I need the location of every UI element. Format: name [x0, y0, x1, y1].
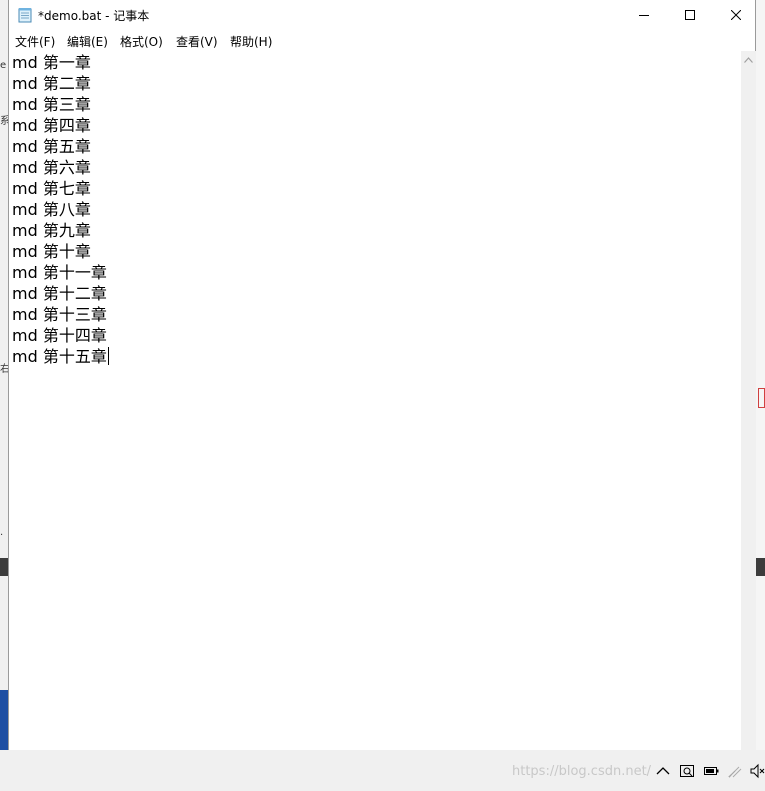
notepad-window: *demo.bat - 记事本 文件(F) 编辑(E) 格式(O) 查看(V) …	[8, 0, 756, 750]
text-line: md 第三章	[12, 95, 91, 114]
text-line: md 第七章	[12, 179, 91, 198]
background-dark-band	[0, 558, 8, 576]
background-fragment: 右	[0, 364, 8, 375]
background-fragment	[758, 388, 765, 408]
text-line: md 第九章	[12, 221, 91, 240]
text-line: md 第十四章	[12, 326, 107, 345]
menu-format[interactable]: 格式(O)	[120, 33, 163, 50]
notepad-icon	[18, 8, 32, 23]
background-blue-band	[0, 690, 8, 750]
text-caret	[107, 347, 109, 365]
close-button[interactable]	[713, 0, 759, 30]
minimize-button[interactable]	[621, 0, 667, 30]
text-line: md 第二章	[12, 74, 91, 93]
text-line: md 第六章	[12, 158, 91, 177]
text-line: md 第四章	[12, 116, 91, 135]
tray-app-icon[interactable]	[679, 763, 695, 779]
text-line: md 第一章	[12, 53, 91, 72]
watermark-text: https://blog.csdn.net/	[512, 764, 652, 779]
maximize-icon	[685, 10, 695, 20]
menu-bar: 文件(F) 编辑(E) 格式(O) 查看(V) 帮助(H)	[9, 30, 755, 50]
text-line: md 第十章	[12, 242, 91, 261]
chevron-up-icon	[744, 56, 753, 63]
text-line: md 第十二章	[12, 284, 107, 303]
close-icon	[731, 10, 741, 20]
title-bar[interactable]: *demo.bat - 记事本	[9, 0, 755, 30]
background-fragment: ·	[0, 530, 4, 541]
chevron-up-icon[interactable]	[655, 763, 671, 779]
background-dark-band	[756, 558, 765, 576]
menu-help[interactable]: 帮助(H)	[230, 33, 272, 50]
text-line: md 第十三章	[12, 305, 107, 324]
background-left-edge: e 系 右 ·	[0, 0, 8, 791]
network-icon[interactable]	[727, 763, 743, 779]
background-fragment: e	[0, 60, 7, 71]
text-line: md 第八章	[12, 200, 91, 219]
volume-icon[interactable]	[749, 763, 765, 779]
background-fragment: 系	[0, 116, 8, 127]
window-title: *demo.bat - 记事本	[38, 9, 150, 23]
battery-icon[interactable]	[703, 763, 719, 779]
text-line-content: md 第十五章	[12, 347, 107, 366]
text-line: md 第十一章	[12, 263, 107, 282]
menu-edit[interactable]: 编辑(E)	[67, 33, 108, 50]
text-line-current: md 第十五章	[12, 346, 109, 367]
menu-view[interactable]: 查看(V)	[176, 33, 218, 50]
scroll-up-button[interactable]	[741, 51, 756, 68]
menu-file[interactable]: 文件(F)	[15, 33, 55, 50]
text-line: md 第五章	[12, 137, 91, 156]
vertical-scrollbar[interactable]	[741, 51, 756, 750]
maximize-button[interactable]	[667, 0, 713, 30]
text-editor[interactable]: md 第一章 md 第二章 md 第三章 md 第四章 md 第五章 md 第六…	[9, 51, 741, 750]
background-right-edge	[756, 0, 765, 791]
minimize-icon	[639, 15, 649, 16]
